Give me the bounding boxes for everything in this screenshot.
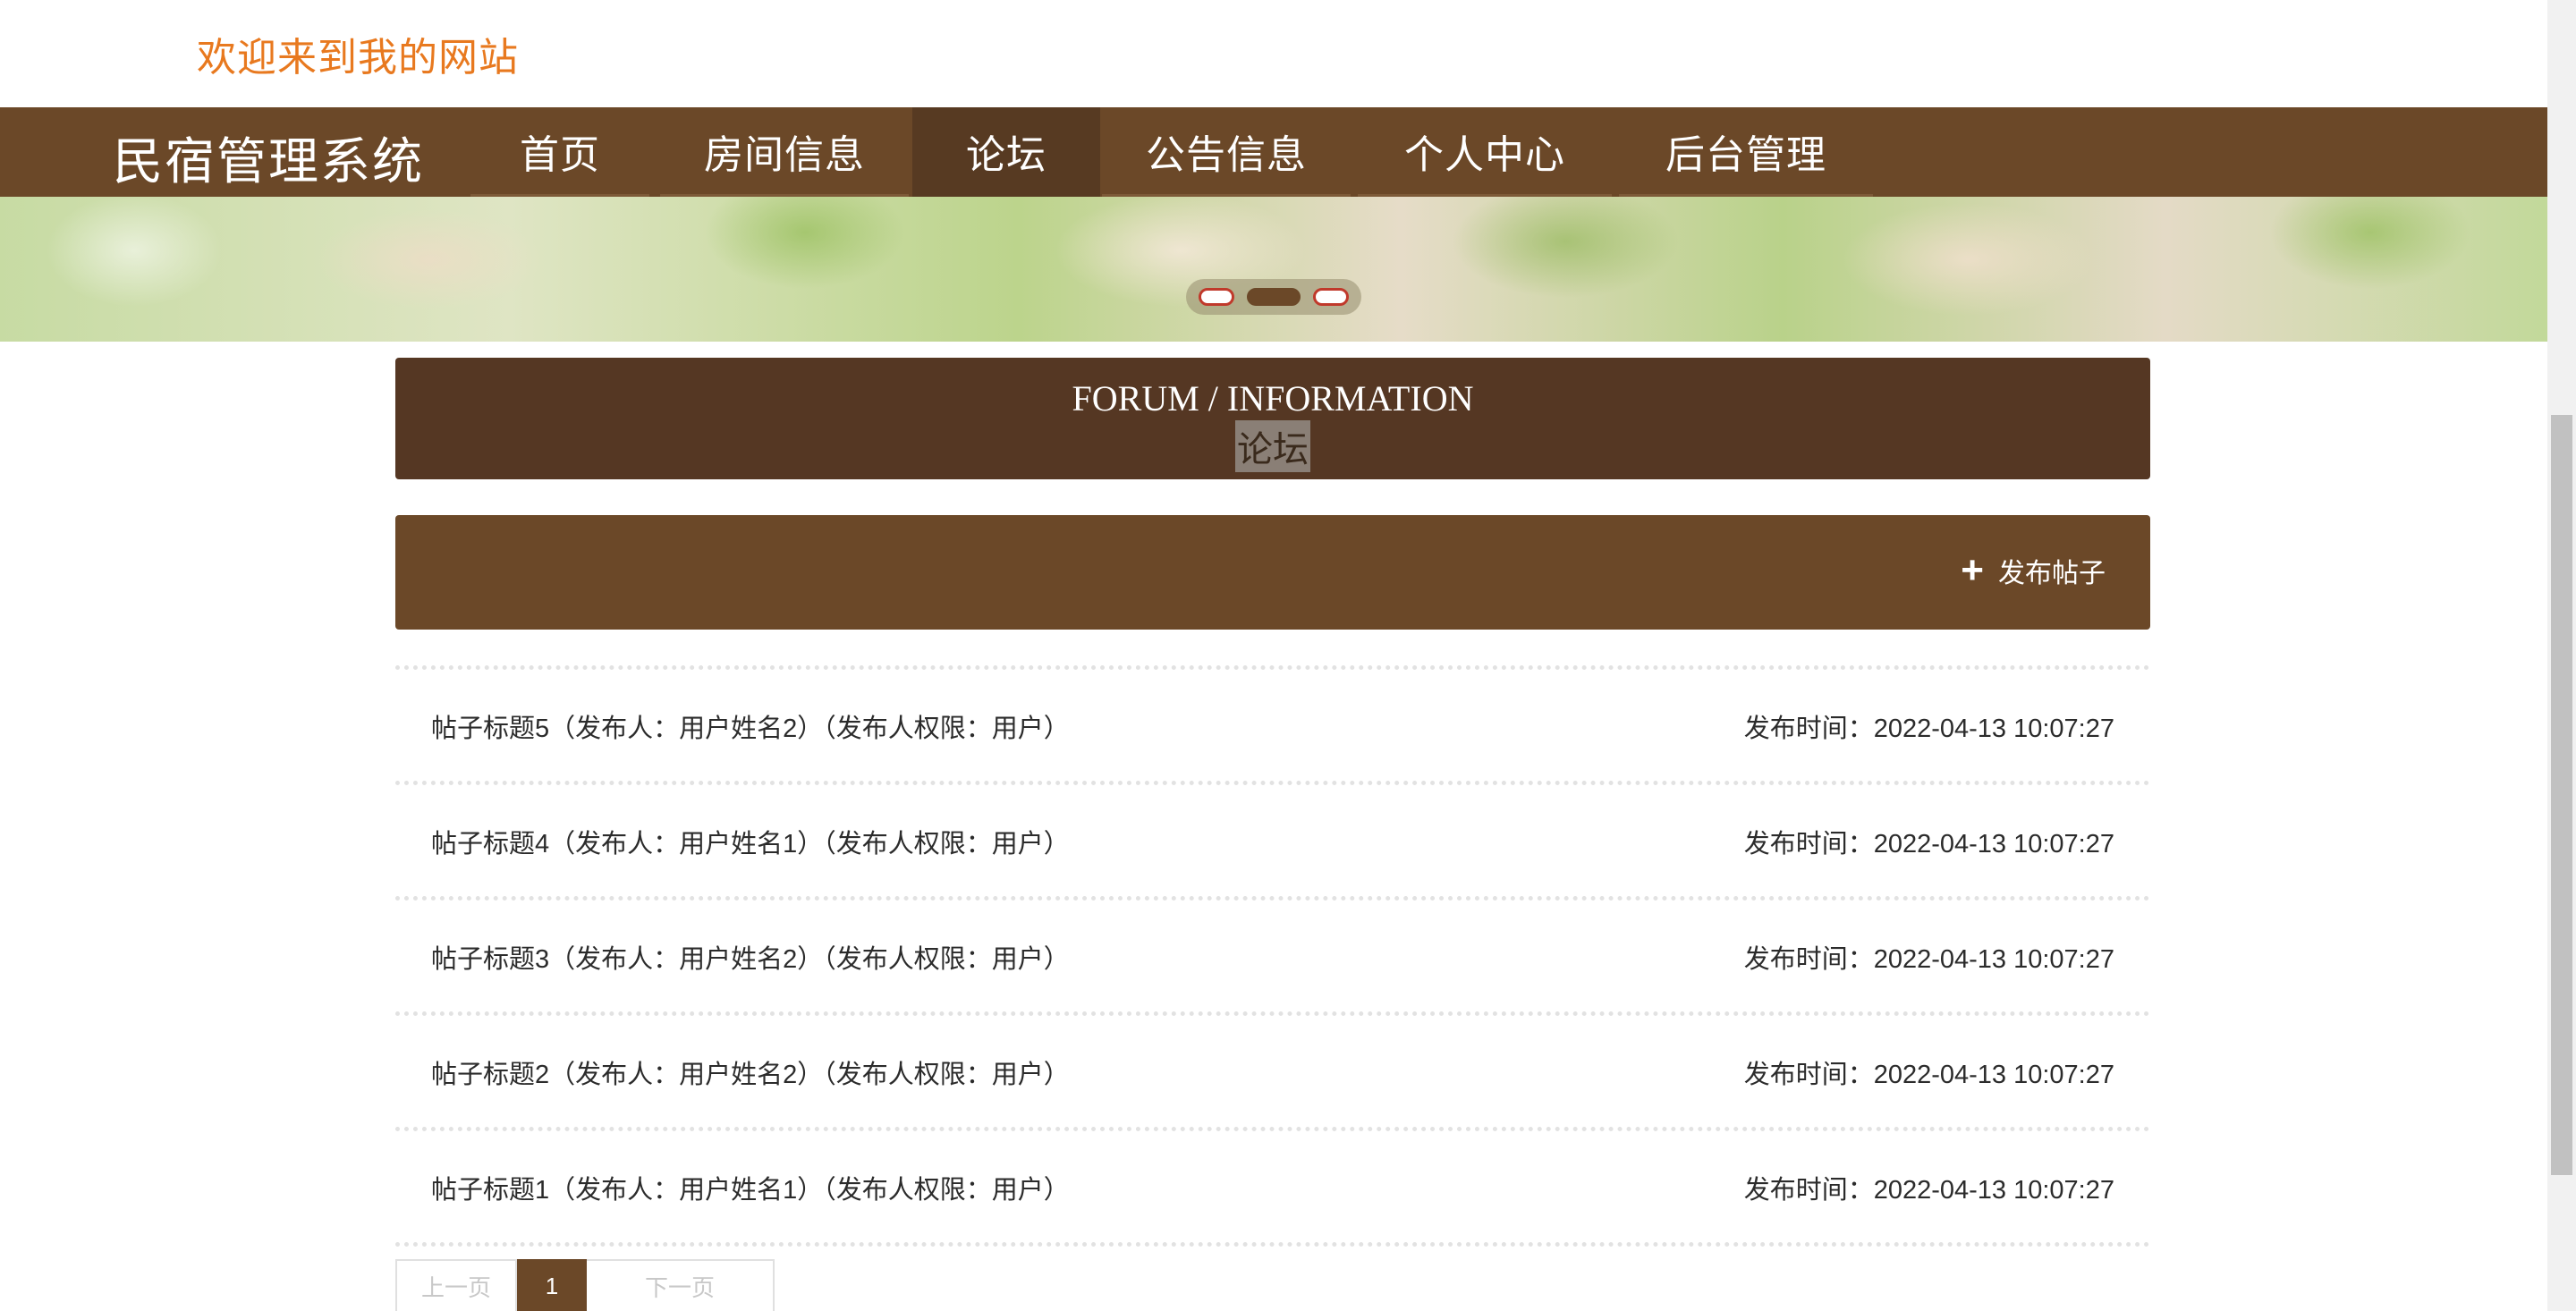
- carousel-indicators: [1186, 279, 1361, 315]
- nav-item-forum[interactable]: 论坛: [912, 107, 1100, 197]
- post-row[interactable]: 帖子标题4（发布人：用户姓名1）（发布人权限：用户） 发布时间：2022-04-…: [395, 781, 2150, 896]
- post-title[interactable]: 帖子标题1（发布人：用户姓名1）（发布人权限：用户）: [431, 1169, 1070, 1206]
- forum-title-cn: 论坛: [1235, 420, 1310, 472]
- banner-carousel: [0, 197, 2547, 342]
- new-post-button[interactable]: + 发布帖子: [1961, 551, 2106, 590]
- new-post-label: 发布帖子: [1998, 559, 2106, 588]
- post-time: 发布时间：2022-04-13 10:07:27: [1743, 830, 2114, 858]
- scrollbar-thumb[interactable]: [2551, 415, 2572, 1175]
- nav-item-admin[interactable]: 后台管理: [1619, 107, 1873, 197]
- post-time: 发布时间：2022-04-13 10:07:27: [1743, 945, 2114, 974]
- carousel-dot-3[interactable]: [1313, 288, 1349, 306]
- site-brand[interactable]: 民宿管理系统: [113, 122, 424, 194]
- forum-action-bar: + 发布帖子: [395, 515, 2150, 630]
- post-time: 发布时间：2022-04-13 10:07:27: [1743, 1176, 2114, 1205]
- next-page-button[interactable]: 下一页: [587, 1259, 775, 1311]
- post-row[interactable]: 帖子标题2（发布人：用户姓名2）（发布人权限：用户） 发布时间：2022-04-…: [395, 1011, 2150, 1127]
- carousel-dot-1[interactable]: [1199, 288, 1234, 306]
- post-time: 发布时间：2022-04-13 10:07:27: [1743, 1061, 2114, 1089]
- plus-icon: +: [1961, 548, 1984, 592]
- post-row[interactable]: 帖子标题5（发布人：用户姓名2）（发布人权限：用户） 发布时间：2022-04-…: [395, 665, 2150, 781]
- page-number-current[interactable]: 1: [517, 1259, 587, 1311]
- page: 欢迎来到我的网站 民宿管理系统 首页 房间信息 论坛 公告信息 个人中心 后台管…: [0, 0, 2576, 1311]
- nav-item-notices[interactable]: 公告信息: [1102, 107, 1351, 197]
- welcome-text: 欢迎来到我的网站: [197, 36, 519, 80]
- nav-item-rooms[interactable]: 房间信息: [660, 107, 909, 197]
- main-navbar: 民宿管理系统 首页 房间信息 论坛 公告信息 个人中心 后台管理: [0, 107, 2547, 197]
- post-title[interactable]: 帖子标题4（发布人：用户姓名1）（发布人权限：用户）: [431, 823, 1070, 860]
- post-title[interactable]: 帖子标题3（发布人：用户姓名2）（发布人权限：用户）: [431, 938, 1070, 976]
- forum-header: FORUM / INFORMATION 论坛: [395, 358, 2150, 479]
- post-row[interactable]: 帖子标题1（发布人：用户姓名1）（发布人权限：用户） 发布时间：2022-04-…: [395, 1127, 2150, 1242]
- prev-page-button[interactable]: 上一页: [395, 1259, 517, 1311]
- nav-item-profile[interactable]: 个人中心: [1358, 107, 1612, 197]
- post-title[interactable]: 帖子标题5（发布人：用户姓名2）（发布人权限：用户）: [431, 707, 1070, 745]
- post-time: 发布时间：2022-04-13 10:07:27: [1743, 715, 2114, 743]
- pagination: 上一页 1 下一页: [395, 1259, 775, 1311]
- forum-title-en: FORUM / INFORMATION: [1072, 378, 1474, 419]
- carousel-dot-2[interactable]: [1247, 288, 1301, 306]
- post-list: 帖子标题5（发布人：用户姓名2）（发布人权限：用户） 发布时间：2022-04-…: [395, 665, 2150, 1247]
- post-title[interactable]: 帖子标题2（发布人：用户姓名2）（发布人权限：用户）: [431, 1053, 1070, 1091]
- post-row[interactable]: 帖子标题3（发布人：用户姓名2）（发布人权限：用户） 发布时间：2022-04-…: [395, 896, 2150, 1011]
- list-divider: [395, 1242, 2150, 1247]
- vertical-scrollbar[interactable]: [2547, 0, 2576, 1311]
- nav-item-home[interactable]: 首页: [470, 107, 649, 197]
